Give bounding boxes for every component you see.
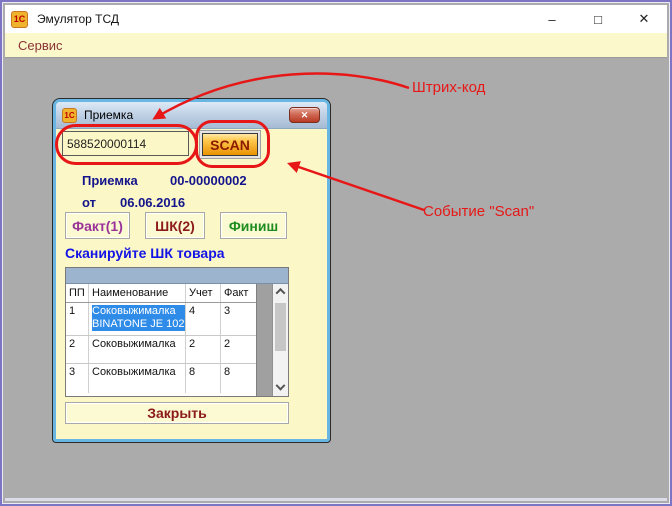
- items-table: ПП Наименование Учет Факт 1 Соковыжималк…: [65, 267, 289, 397]
- table-row[interactable]: 2 Соковыжималка 2 2: [66, 336, 256, 364]
- cell-pp: 1: [66, 303, 89, 335]
- col-header-fakt: Факт: [221, 284, 256, 302]
- app-titlebar: 1С Эмулятор ТСД – □ ✕: [5, 5, 667, 33]
- app-1c-icon: 1С: [11, 11, 28, 28]
- table-caption-band: [66, 268, 288, 284]
- col-header-name: Наименование: [89, 284, 186, 302]
- date-label: от: [82, 195, 96, 210]
- chevron-up-icon: [275, 288, 285, 298]
- maximize-button[interactable]: □: [575, 5, 621, 33]
- cell-fakt: 2: [221, 336, 256, 363]
- scroll-thumb[interactable]: [275, 303, 286, 351]
- close-button[interactable]: ✕: [621, 5, 667, 33]
- table-row[interactable]: 3 Соковыжималка 8 8: [66, 364, 256, 393]
- table-header-row: ПП Наименование Учет Факт: [66, 284, 256, 303]
- scan-prompt: Сканируйте ШК товара: [65, 245, 225, 261]
- cell-pp: 2: [66, 336, 89, 363]
- chevron-down-icon: [275, 381, 285, 391]
- cell-pp: 3: [66, 364, 89, 393]
- app-title: Эмулятор ТСД: [37, 12, 119, 26]
- scroll-up-button[interactable]: [273, 284, 288, 299]
- table-row[interactable]: 1 Соковыжималка BINATONE JE 102 4 3: [66, 303, 256, 336]
- cell-name: Соковыжималка: [89, 364, 186, 393]
- cell-fakt: 3: [221, 303, 256, 335]
- dialog-title: Приемка: [84, 108, 133, 122]
- dialog-close-button[interactable]: ✕: [289, 107, 320, 123]
- table-grid: ПП Наименование Учет Факт 1 Соковыжималк…: [66, 284, 256, 396]
- col-header-pp: ПП: [66, 284, 89, 302]
- cell-uchet: 8: [186, 364, 221, 393]
- scroll-down-button[interactable]: [273, 381, 288, 396]
- col-header-uchet: Учет: [186, 284, 221, 302]
- cell-name: Соковыжималка BINATONE JE 102: [89, 303, 186, 335]
- minimize-button[interactable]: –: [529, 5, 575, 33]
- scroll-track[interactable]: [273, 299, 288, 381]
- table-main: ПП Наименование Учет Факт 1 Соковыжималк…: [66, 284, 288, 396]
- menu-service[interactable]: Сервис: [18, 38, 63, 53]
- window-controls: – □ ✕: [529, 5, 667, 33]
- date-value: 06.06.2016: [120, 195, 185, 210]
- close-dialog-button[interactable]: Закрыть: [65, 402, 289, 424]
- barcode-input[interactable]: [62, 131, 189, 156]
- dialog-body: SCAN Приемка 00-00000002 от 06.06.2016 Ф…: [56, 129, 327, 436]
- priemka-dialog: 1С Приемка ✕ SCAN Приемка 00-00000002 от…: [53, 99, 330, 442]
- finish-button[interactable]: Финиш: [220, 212, 287, 239]
- menubar: Сервис: [5, 33, 667, 58]
- scan-button[interactable]: SCAN: [199, 130, 261, 159]
- doc-label: Приемка: [82, 173, 138, 188]
- selected-cell[interactable]: Соковыжималка BINATONE JE 102: [92, 305, 185, 331]
- shk-button[interactable]: ШК(2): [145, 212, 205, 239]
- table-filler-column: [256, 284, 272, 396]
- dialog-titlebar[interactable]: 1С Приемка ✕: [56, 102, 327, 129]
- fact-button[interactable]: Факт(1): [65, 212, 130, 239]
- dialog-1c-icon: 1С: [62, 108, 77, 123]
- scan-button-label: SCAN: [202, 133, 258, 156]
- doc-number: 00-00000002: [170, 173, 247, 188]
- cell-uchet: 4: [186, 303, 221, 335]
- table-scrollbar[interactable]: [272, 284, 288, 396]
- cell-fakt: 8: [221, 364, 256, 393]
- cell-name: Соковыжималка: [89, 336, 186, 363]
- cell-uchet: 2: [186, 336, 221, 363]
